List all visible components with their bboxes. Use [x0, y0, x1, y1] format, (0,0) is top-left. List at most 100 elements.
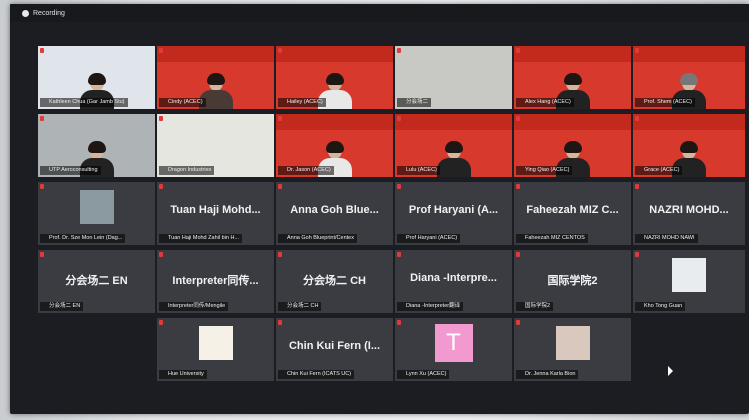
participant-tile[interactable]: Dragon Industries [157, 114, 274, 177]
participant-tile[interactable]: Cindy (ACEC) [157, 46, 274, 109]
participant-name: Prof. Dr. Sze Mon Lein (Dag... [40, 234, 126, 243]
mic-muted-icon [159, 252, 163, 257]
mic-muted-icon [278, 252, 282, 257]
participant-name: Prof. Shem (ACEC) [635, 98, 695, 107]
mic-muted-icon [635, 116, 639, 121]
mic-muted-icon [40, 116, 44, 121]
mic-muted-icon [159, 116, 163, 121]
mic-muted-icon [635, 252, 639, 257]
participant-tile[interactable]: Hue University [157, 318, 274, 381]
participant-name: Tuan Haji Mohd Zahil bin H... [159, 234, 243, 243]
participant-name: NAZRI MOHD NAWI [635, 234, 698, 243]
participant-name: Dr. Jason (ACEC) [278, 166, 334, 175]
participant-name: Kathleen Chua (Gar Jamb Stu) [40, 98, 128, 107]
participant-tile[interactable]: 分会场二 EN 分会场二 EN [38, 250, 155, 313]
profile-photo [672, 258, 706, 292]
participant-tile[interactable]: Interpreter同传... Interpreter同传/Mengile [157, 250, 274, 313]
participant-tile[interactable]: 国际学院2 国际学院2 [514, 250, 631, 313]
mic-muted-icon [397, 320, 401, 325]
record-icon [22, 10, 29, 17]
mic-muted-icon [159, 320, 163, 325]
participant-name: Interpreter同传/Mengile [159, 302, 229, 311]
participant-video [436, 141, 471, 177]
university-logo [198, 326, 233, 360]
participant-tile[interactable]: NAZRI MOHD... NAZRI MOHD NAWI [633, 182, 745, 245]
participant-display-name: Tuan Haji Mohd... [170, 204, 261, 216]
participant-name: 分会场二 [397, 98, 432, 107]
participant-display-name: Diana -Interpre... [410, 272, 497, 284]
participant-tile[interactable]: Diana -Interpre... Diana -Interpreter翻译 [395, 250, 512, 313]
mic-muted-icon [635, 184, 639, 189]
recording-indicator[interactable]: Recording [22, 8, 65, 19]
profile-photo [79, 190, 114, 224]
participant-tile[interactable]: 分会场二 [395, 46, 512, 109]
mic-muted-icon [159, 184, 163, 189]
participant-tile[interactable]: Kathleen Chua (Gar Jamb Stu) [38, 46, 155, 109]
mic-muted-icon [40, 184, 44, 189]
participant-name: Dragon Industries [159, 166, 215, 175]
monitor-screen: Recording Kathleen Chua (Gar Jamb Stu) C… [10, 4, 749, 414]
participant-name: Ying Qiao (ACEC) [516, 166, 573, 175]
mic-muted-icon [397, 184, 401, 189]
participant-tile[interactable]: Faheezah MIZ C... Faheezah MIZ CENTOS [514, 182, 631, 245]
mic-muted-icon [278, 48, 282, 53]
participant-name: Anna Goh Blueprint/Centex [278, 234, 357, 243]
participant-tile[interactable]: Prof. Shem (ACEC) [633, 46, 745, 109]
participant-tile[interactable]: 分会场二 CH 分会场二 CH [276, 250, 393, 313]
participant-name: Chin Kui Fern (ICATS UC) [278, 370, 355, 379]
participant-name: Grace (ACEC) [635, 166, 683, 175]
mic-muted-icon [397, 48, 401, 53]
participant-name: Dr. Jenna Karla Bion [516, 370, 579, 379]
participant-name: Kho Tong Guan [635, 302, 686, 311]
participant-display-name: 分会场二 EN [65, 275, 128, 287]
mic-muted-icon [397, 252, 401, 257]
participant-tile[interactable]: Kho Tong Guan [633, 250, 745, 313]
participant-name: Cindy (ACEC) [159, 98, 206, 107]
mic-muted-icon [278, 184, 282, 189]
mic-muted-icon [278, 116, 282, 121]
participant-name: Alex Hang (ACEC) [516, 98, 574, 107]
participant-display-name: 国际学院2 [547, 275, 598, 287]
participant-display-name: Faheezah MIZ C... [526, 204, 619, 216]
recording-label: Recording [33, 10, 65, 17]
profile-photo [555, 326, 590, 360]
mic-muted-icon [516, 184, 520, 189]
participant-name: Faheezah MIZ CENTOS [516, 234, 588, 243]
participant-tile[interactable]: Anna Goh Blue... Anna Goh Blueprint/Cent… [276, 182, 393, 245]
participant-tile[interactable]: Hailey (ACEC) [276, 46, 393, 109]
participant-tile[interactable]: T Lynn Xu (ACEC) [395, 318, 512, 381]
mouse-cursor-icon [668, 366, 673, 376]
mic-muted-icon [516, 116, 520, 121]
participant-name: 分会场二 EN [40, 302, 84, 311]
participant-display-name: NAZRI MOHD... [649, 204, 729, 216]
participant-tile[interactable]: Prof Haryani (A... Prof Haryani (ACEC) [395, 182, 512, 245]
participant-display-name: 分会场二 CH [303, 275, 366, 287]
participant-tile[interactable]: Prof. Dr. Sze Mon Lein (Dag... [38, 182, 155, 245]
participant-name: 国际学院2 [516, 302, 554, 311]
participant-tile[interactable]: Grace (ACEC) [633, 114, 745, 177]
participant-name: Lynn Xu (ACEC) [397, 370, 450, 379]
mic-muted-icon [40, 252, 44, 257]
participant-display-name: Prof Haryani (A... [408, 204, 499, 216]
participant-tile[interactable]: Tuan Haji Mohd... Tuan Haji Mohd Zahil b… [157, 182, 274, 245]
participant-tile[interactable]: Dr. Jason (ACEC) [276, 114, 393, 177]
participant-display-name: Chin Kui Fern (I... [288, 340, 381, 352]
participant-display-name: Anna Goh Blue... [290, 204, 379, 216]
mic-muted-icon [516, 252, 520, 257]
mic-muted-icon [516, 320, 520, 325]
participant-name: 分会场二 CH [278, 302, 322, 311]
participant-tile[interactable]: Ying Qiao (ACEC) [514, 114, 631, 177]
participant-tile[interactable]: Chin Kui Fern (I... Chin Kui Fern (ICATS… [276, 318, 393, 381]
participant-tile[interactable]: Dr. Jenna Karla Bion [514, 318, 631, 381]
participant-name: Diana -Interpreter翻译 [397, 302, 464, 311]
initial-avatar: T [434, 324, 473, 362]
mic-muted-icon [278, 320, 282, 325]
participant-name: Prof Haryani (ACEC) [397, 234, 461, 243]
mic-muted-icon [635, 48, 639, 53]
participant-tile[interactable]: UTP Aeroconsulting [38, 114, 155, 177]
participant-tile[interactable]: Lulu (ACEC) [395, 114, 512, 177]
mic-muted-icon [40, 48, 44, 53]
meeting-topbar: Recording [10, 4, 749, 22]
participant-tile[interactable]: Alex Hang (ACEC) [514, 46, 631, 109]
participant-name: Lulu (ACEC) [397, 166, 440, 175]
